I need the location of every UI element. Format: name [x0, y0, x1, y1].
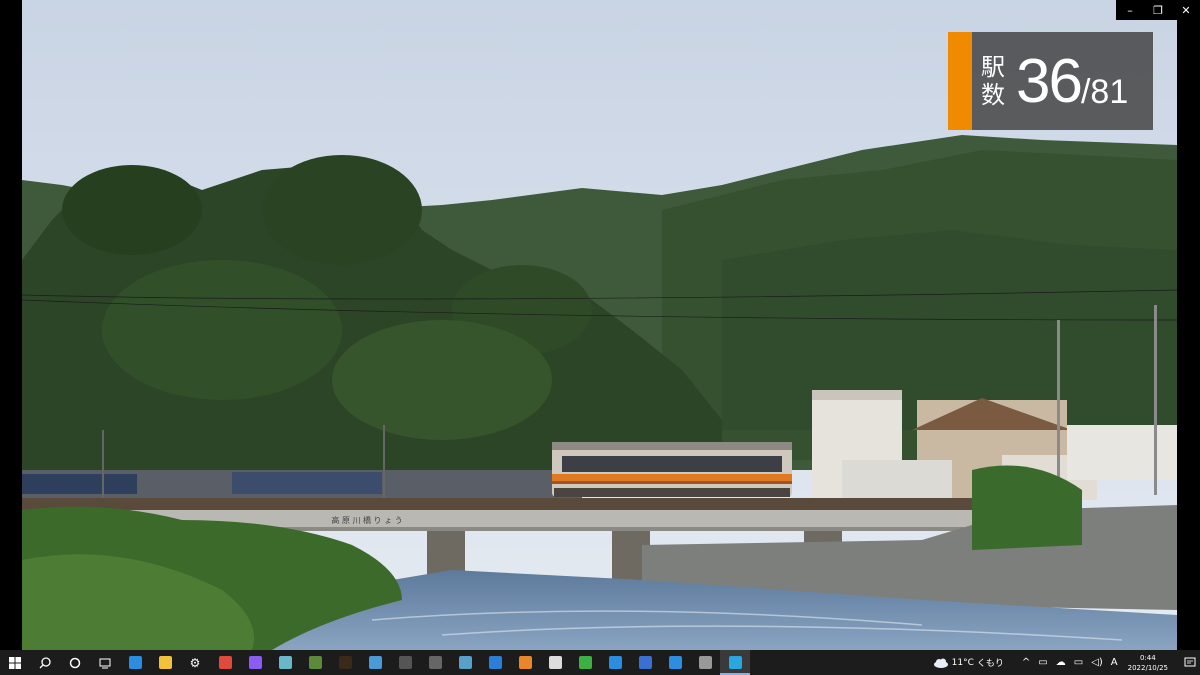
app-notepad[interactable] — [540, 650, 570, 675]
cube-icon — [278, 656, 292, 669]
shop-building — [1067, 425, 1177, 480]
search-button[interactable] — [30, 650, 60, 675]
pinned-apps: ⚙ — [120, 650, 750, 675]
app-minecraft[interactable] — [300, 650, 330, 675]
obs-icon — [398, 656, 412, 669]
app-dark[interactable] — [330, 650, 360, 675]
windows-icon — [9, 656, 21, 669]
device-icon[interactable]: ▭ — [1038, 657, 1047, 668]
counter-total: /81 — [1080, 72, 1129, 111]
video-window: 高 原 川 橋 り ょ う – ❐ ✕ 駅数 36 /81 — [0, 0, 1200, 650]
chrome-app[interactable] — [210, 650, 240, 675]
shield-icon — [578, 656, 592, 669]
vscode-icon — [668, 656, 682, 669]
system-tray: 11°C くもり ^ ▭ ☁ ▭ ◁) A 0:44 2022/10/25 — [933, 650, 1200, 675]
close-button[interactable]: ✕ — [1172, 0, 1200, 20]
window-controls: – ❐ ✕ — [1116, 0, 1200, 20]
network-icon[interactable]: ▭ — [1074, 657, 1083, 668]
clock-date: 2022/10/25 — [1127, 663, 1168, 672]
cortana-button[interactable] — [60, 650, 90, 675]
app-vscode[interactable] — [660, 650, 690, 675]
app-shield[interactable] — [570, 650, 600, 675]
film-icon — [698, 656, 712, 669]
play-icon — [728, 656, 742, 669]
notepad-icon — [548, 656, 562, 669]
app-cube[interactable] — [270, 650, 300, 675]
app-media-player[interactable] — [720, 650, 750, 675]
app-obs[interactable] — [390, 650, 420, 675]
mail-icon — [488, 656, 502, 669]
chevron-up-icon[interactable]: ^ — [1022, 657, 1030, 668]
clock[interactable]: 0:44 2022/10/25 — [1128, 653, 1168, 673]
clock-time: 0:44 — [1139, 653, 1156, 662]
train — [552, 442, 792, 497]
earth-icon — [458, 656, 472, 669]
weather-temp: 11°C — [951, 657, 974, 668]
app-film[interactable] — [690, 650, 720, 675]
notification-button[interactable] — [1180, 657, 1200, 668]
cortana-icon — [69, 657, 81, 668]
network-icon — [368, 656, 382, 669]
minimize-button[interactable]: – — [1116, 0, 1144, 20]
weather-text: くもり — [976, 659, 1004, 669]
search-icon — [39, 656, 51, 668]
counter-body: 駅数 36 /81 — [972, 32, 1153, 130]
app-earth[interactable] — [450, 650, 480, 675]
task-view-icon — [99, 658, 111, 668]
store-icon — [608, 656, 622, 669]
chrome-icon — [218, 656, 232, 669]
station-counter-overlay: 駅数 36 /81 — [948, 32, 1153, 130]
volume-icon[interactable]: ◁) — [1091, 657, 1103, 668]
app-blender[interactable] — [510, 650, 540, 675]
task-view-button[interactable] — [90, 650, 120, 675]
gear-icon: ⚙ — [189, 655, 201, 670]
settings-app[interactable]: ⚙ — [180, 650, 210, 675]
bridge-sign: 高 原 川 橋 り ょ う — [331, 515, 402, 525]
app-ocr[interactable] — [630, 650, 660, 675]
weather-widget[interactable]: 11°C くもり — [933, 656, 1004, 669]
app-store[interactable] — [600, 650, 630, 675]
ocr-icon — [638, 656, 652, 669]
purple-app-icon — [248, 656, 262, 669]
onedrive-icon[interactable]: ☁ — [1056, 657, 1066, 668]
blender-icon — [518, 656, 532, 669]
app-dots[interactable] — [420, 650, 450, 675]
app-purple[interactable] — [240, 650, 270, 675]
dots-icon — [428, 656, 442, 669]
counter-label: 駅数 — [981, 53, 1005, 109]
app-mail[interactable] — [480, 650, 510, 675]
ime-indicator[interactable]: A — [1111, 657, 1118, 668]
taskbar: ⚙ 11°C くもり ^ ▭ ☁ ▭ ◁) A 0:44 2022/10/25 — [0, 650, 1200, 675]
minecraft-icon — [308, 656, 322, 669]
app-network[interactable] — [360, 650, 390, 675]
folder-icon — [158, 656, 172, 669]
counter-current: 36 — [1016, 46, 1083, 116]
dark-app-icon — [338, 656, 352, 669]
start-button[interactable] — [0, 650, 30, 675]
restore-button[interactable]: ❐ — [1144, 0, 1172, 20]
explorer-app[interactable] — [150, 650, 180, 675]
cloud-icon — [933, 658, 948, 668]
notification-icon — [1184, 657, 1196, 667]
edge-icon — [128, 656, 142, 669]
counter-accent-bar — [948, 32, 972, 130]
edge-app[interactable] — [120, 650, 150, 675]
